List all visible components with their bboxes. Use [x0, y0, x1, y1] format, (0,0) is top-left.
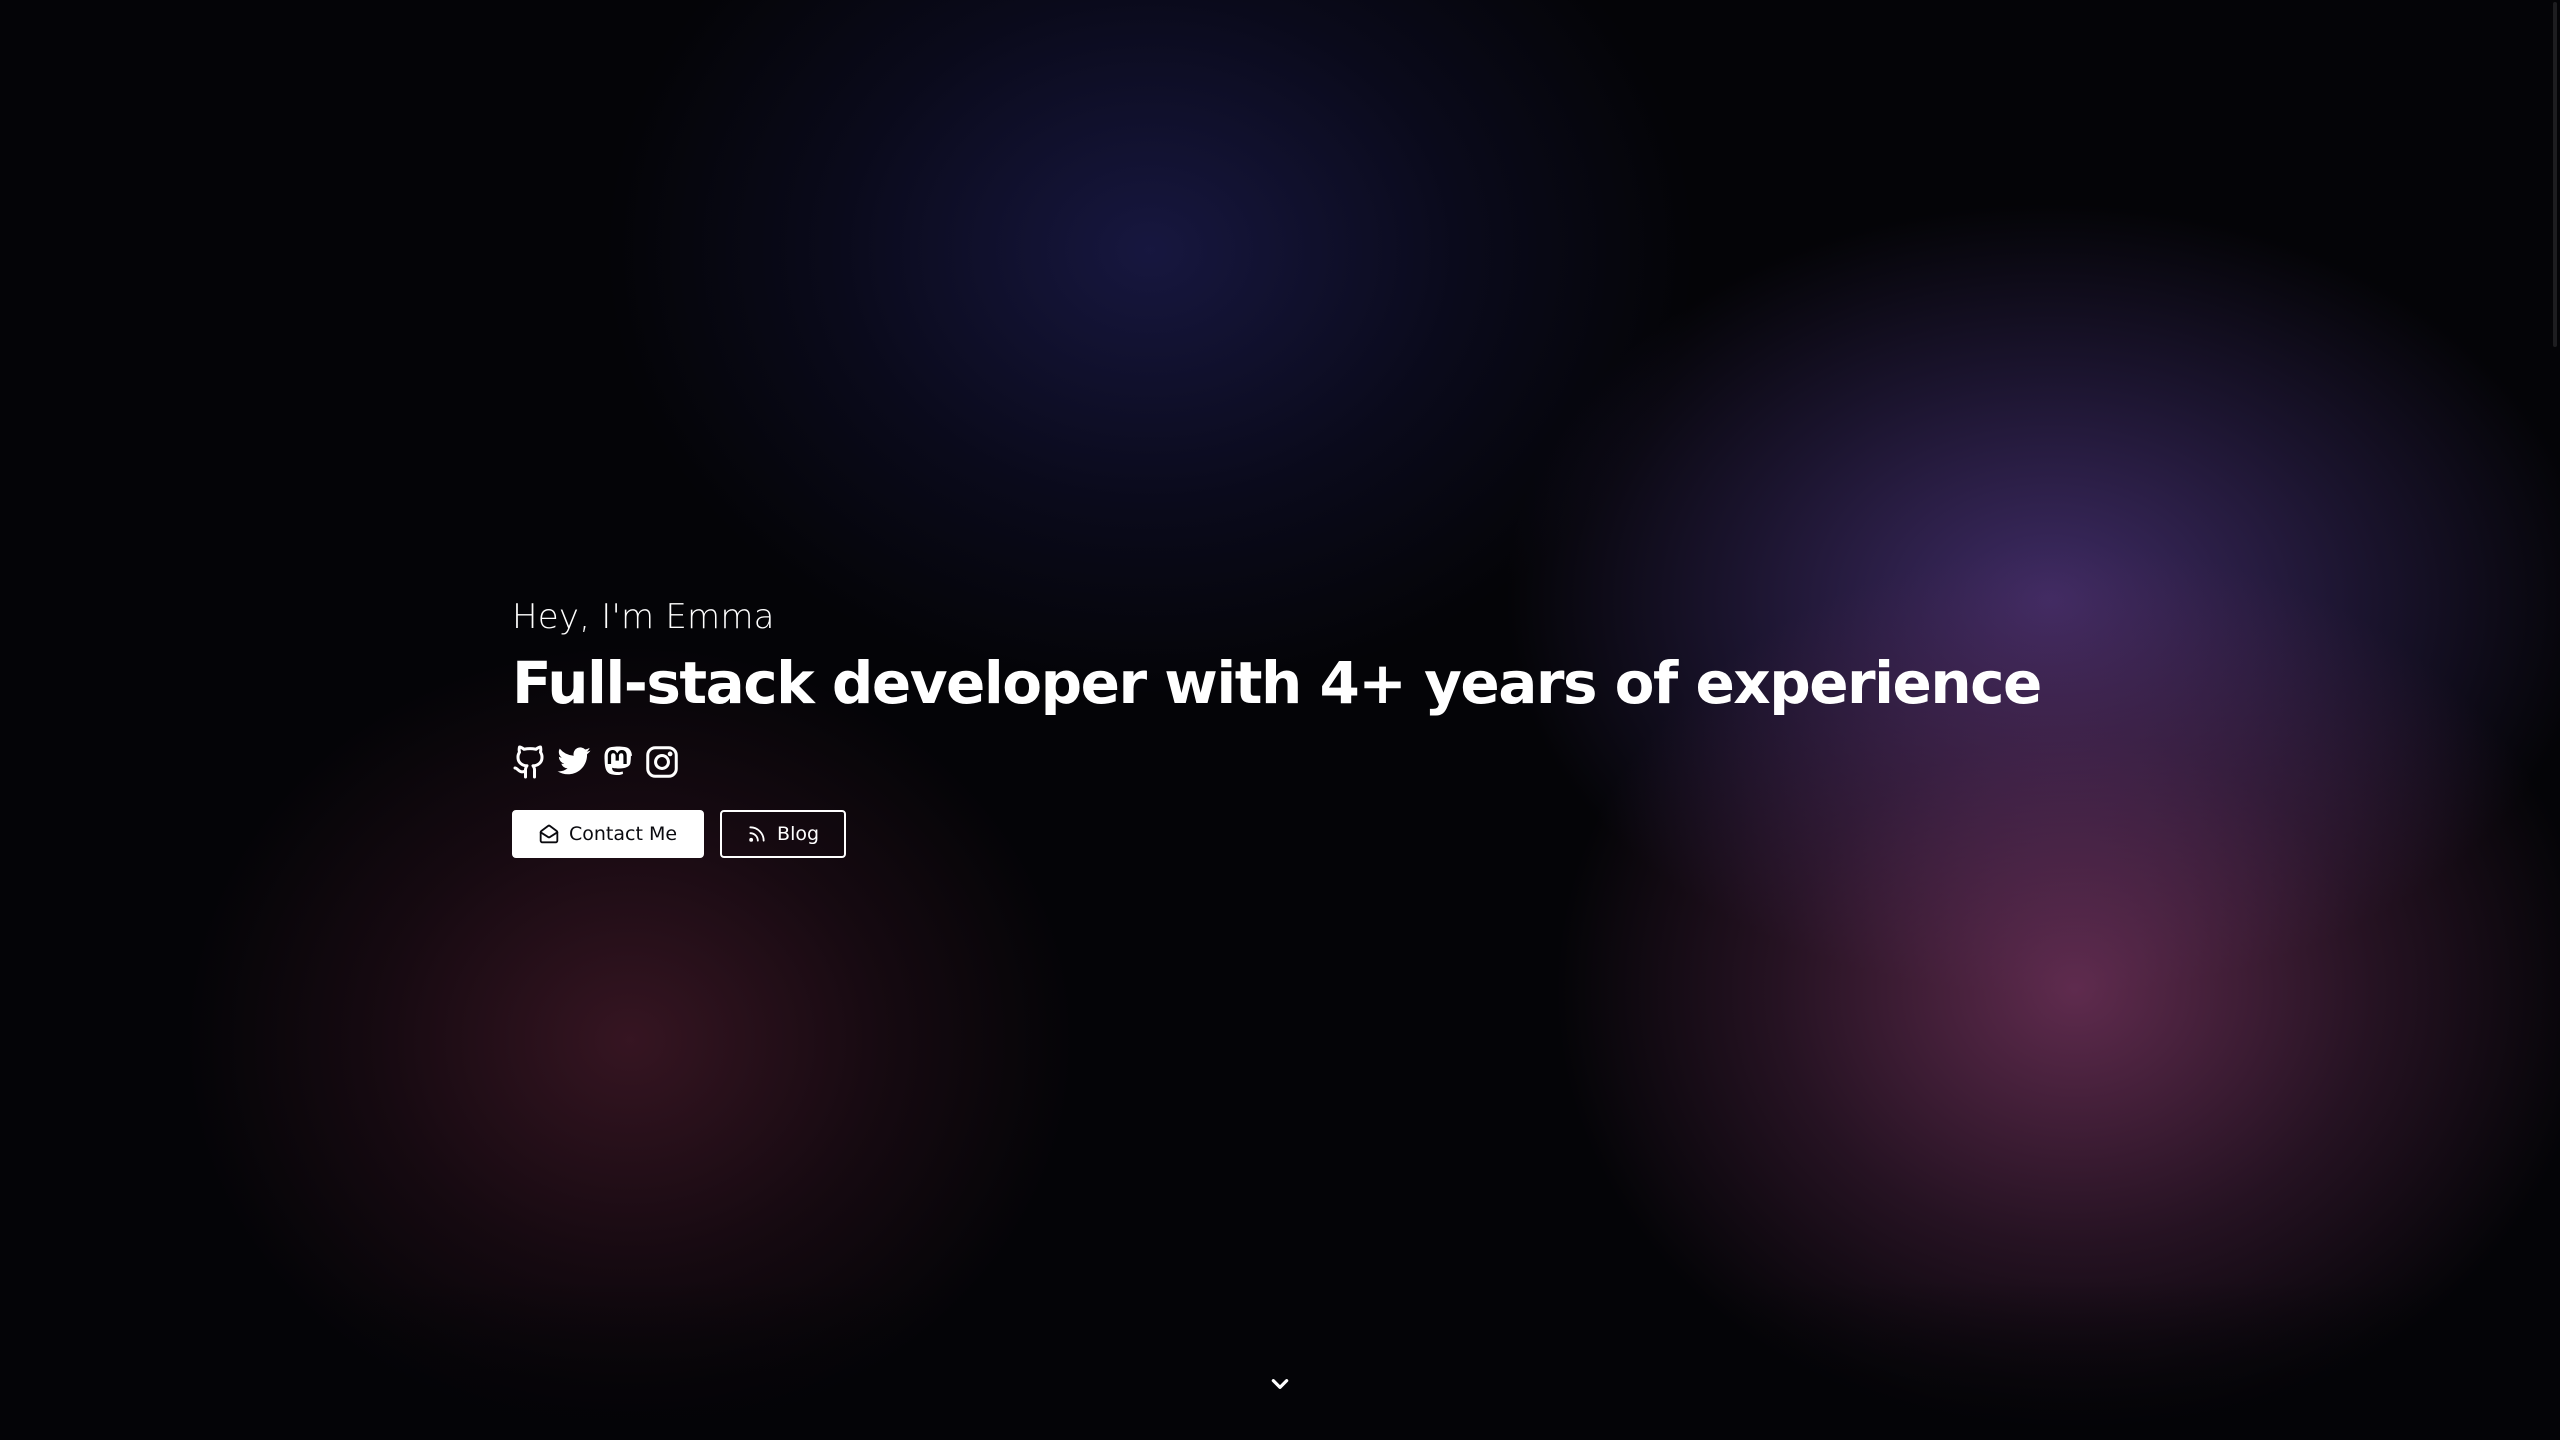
mastodon-icon — [604, 746, 632, 776]
contact-me-button[interactable]: Contact Me — [512, 810, 705, 858]
hero-greeting: Hey, I'm Emma — [512, 597, 775, 637]
twitter-icon — [557, 747, 591, 775]
chevron-down-icon — [1271, 1379, 1289, 1389]
blog-button[interactable]: Blog — [720, 810, 847, 858]
rss-icon — [749, 826, 765, 842]
instagram-icon — [646, 746, 678, 778]
hero-headline: Full-stack developer with 4+ years of ex… — [512, 649, 2042, 717]
github-icon — [513, 745, 544, 779]
twitter-link[interactable] — [556, 744, 592, 780]
github-link[interactable] — [512, 744, 548, 780]
scroll-down-indicator[interactable] — [1264, 1368, 1296, 1400]
scrollbar[interactable] — [2548, 0, 2560, 1440]
page: Hey, I'm Emma Full-stack developer with … — [0, 0, 2560, 1440]
mail-open-icon — [539, 824, 559, 844]
scrollbar-thumb[interactable] — [2553, 2, 2557, 347]
blog-label: Blog — [777, 823, 820, 845]
bottom-fade — [0, 1280, 2560, 1440]
hero-section: Hey, I'm Emma Full-stack developer with … — [512, 590, 2042, 858]
mastodon-link[interactable] — [600, 744, 636, 780]
social-links — [512, 744, 2041, 780]
instagram-link[interactable] — [644, 744, 680, 780]
hero-actions: Contact Me Blog — [512, 810, 2041, 858]
contact-me-label: Contact Me — [569, 823, 678, 845]
